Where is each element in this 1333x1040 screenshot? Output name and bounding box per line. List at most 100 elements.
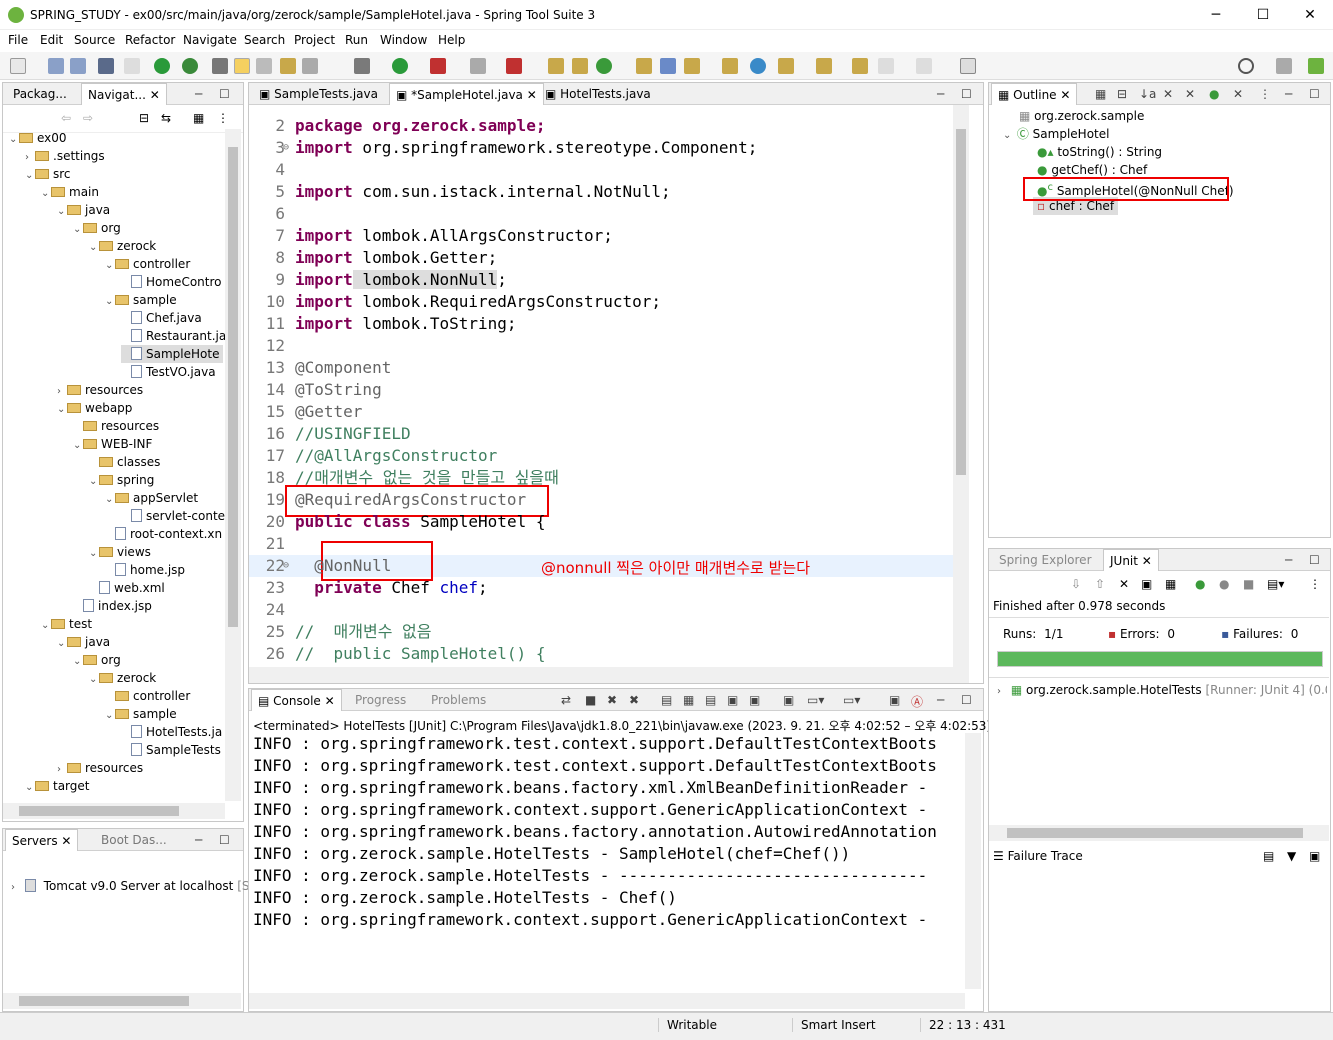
tab-boot-dashboard[interactable]: Boot Das... [95,829,173,851]
fold-icon[interactable]: ⊖ [283,555,289,577]
toggle-icon[interactable] [256,58,272,74]
maximize-view-icon[interactable]: ☐ [219,833,230,847]
code-area[interactable]: package org.zerock.sample; 2 3 ⊖ import org… [249,105,953,667]
expand-icon[interactable]: ⌄ [89,671,99,689]
tree-item[interactable]: ⌄ controller [105,255,190,273]
tab-spring-explorer[interactable]: Spring Explorer [993,549,1098,571]
boot-dashboard-icon[interactable] [154,58,170,74]
display-console-icon[interactable]: ▭▾ [807,693,824,707]
tree-item[interactable]: HotelTests.ja [121,723,222,741]
focus-icon[interactable]: ▦ [1095,87,1106,101]
show-whitespace-icon[interactable] [302,58,318,74]
back-nav-icon[interactable]: ⇦ [61,111,71,125]
menu-window[interactable]: Window [380,33,427,47]
tree-item[interactable]: ⌄ src [25,165,71,183]
servers-hscrollbar[interactable] [3,993,241,1009]
tree-item[interactable]: index.jsp [73,597,152,615]
minimize-view-icon[interactable]: ─ [937,87,944,101]
minimize-view-icon[interactable]: ─ [1285,87,1292,101]
search-tool-icon[interactable] [684,58,700,74]
tree-item[interactable]: › .settings [25,147,105,165]
menu-search[interactable]: Search [244,33,285,47]
console-output[interactable]: INFO : org.springframework.test.context.… [249,733,963,973]
tree-item[interactable]: SampleTests [121,741,221,759]
tree-item[interactable]: ⌄ sample [105,291,177,309]
tree-item[interactable]: servlet-conte [121,507,225,525]
save-all-icon[interactable] [70,58,86,74]
tab-console[interactable]: ▤ Console ✕ [251,689,342,711]
open-task-icon[interactable] [660,58,676,74]
tab-sampletests[interactable]: ▣ SampleTests.java [253,83,384,105]
copy-icon[interactable]: ▤ [661,693,672,707]
expand-icon[interactable]: ⌄ [57,401,67,419]
expand-icon[interactable]: ⌄ [105,293,115,311]
stop-icon[interactable] [470,58,486,74]
remove-launch-icon[interactable]: ✖ [607,693,617,707]
menu-source[interactable]: Source [74,33,115,47]
highlight-icon[interactable] [234,58,250,74]
new-java-project-icon[interactable] [548,58,564,74]
tree-item[interactable]: ⌄ zerock [89,669,156,687]
minimize-view-icon[interactable]: ─ [195,87,202,101]
remove-all-icon[interactable]: ✖ [629,693,639,707]
skip-breakpoints-icon[interactable] [124,58,140,74]
tab-progress[interactable]: Progress [349,689,412,711]
minimize-view-icon[interactable]: ─ [1285,553,1292,567]
clear-console-icon[interactable]: ⇄ [561,693,571,707]
compare-icon[interactable]: ▤ [1263,849,1274,863]
terminate-icon[interactable]: ■ [585,693,596,707]
appearance-icon[interactable]: Ⓐ [911,693,923,710]
console-settings-icon[interactable]: ▣ [889,693,900,707]
tree-item[interactable]: ⌄ java [57,633,110,651]
tree-item[interactable]: Restaurant.ja [121,327,225,345]
view-menu-icon[interactable]: ⋮ [1259,87,1271,101]
filter-icon[interactable]: ▦ [193,111,204,125]
expand-icon[interactable]: ⌄ [9,131,19,149]
tab-outline[interactable]: ▦ Outline ✕ [991,83,1078,105]
menu-file[interactable]: File [8,33,28,47]
expand-icon[interactable]: › [997,683,1007,699]
new-icon[interactable] [10,58,26,74]
tree-scrollthumb[interactable] [228,147,238,627]
tab-navigator[interactable]: Navigat... ✕ [81,83,167,105]
pin-editor-icon[interactable] [960,58,976,74]
scroll-lock-icon[interactable]: ▦ [683,693,694,707]
filter-trace-icon[interactable]: ▼ [1287,849,1296,863]
server-item[interactable]: › Tomcat v9.0 Server at localhost [Stc [11,877,261,895]
search-icon[interactable] [1238,58,1254,74]
tab-problems[interactable]: Problems [425,689,492,711]
expand-icon[interactable]: ⌄ [105,707,115,725]
scroll-lock-icon[interactable]: ▣ [1141,577,1152,591]
test-suite-item[interactable]: › ▦ org.zerock.sample.HotelTests [Runner… [997,681,1327,699]
console-hscrollbar[interactable] [249,993,965,1009]
globe-icon[interactable] [750,58,766,74]
prev-failure-icon[interactable]: ⇧ [1095,577,1105,591]
save-icon[interactable] [48,58,64,74]
outline-method-tostring[interactable]: ●▴ toString() : String [1037,143,1162,161]
sort-icon[interactable]: ↓a [1139,87,1156,101]
tree-item[interactable]: web.xml [89,579,165,597]
menu-project[interactable]: Project [294,33,335,47]
expand-icon[interactable]: ⌄ [41,185,51,203]
expand-icon[interactable]: ⌄ [41,617,51,635]
tree-item[interactable]: ⌄ main [41,183,99,201]
tree-item[interactable]: controller [105,687,190,705]
hide-fields-icon[interactable]: ✕ [1163,87,1173,101]
forward-nav-icon[interactable]: ⇨ [83,111,93,125]
rerun-icon[interactable]: ● [1195,577,1205,591]
open-resource-icon[interactable] [722,58,738,74]
expand-icon[interactable]: ⌄ [105,491,115,509]
tree-hscrollbar[interactable] [3,803,225,819]
expand-icon[interactable]: ⌄ [57,203,67,221]
link-editor-icon[interactable]: ⇆ [161,111,171,125]
pin-console-icon[interactable]: ▣ [783,693,794,707]
next-failure-icon[interactable]: ⇩ [1071,577,1081,591]
forward-icon[interactable] [916,58,932,74]
tree-item[interactable]: › resources [57,381,143,399]
expand-icon[interactable]: ⌄ [73,221,83,239]
tree-item[interactable]: ⌄ test [41,615,92,633]
rerun-failed-icon[interactable]: ● [1219,577,1229,591]
test-history-icon[interactable]: ▤▾ [1267,577,1284,591]
junit-hscrollbar[interactable] [989,825,1329,841]
minimize-view-icon[interactable]: ─ [937,693,944,707]
